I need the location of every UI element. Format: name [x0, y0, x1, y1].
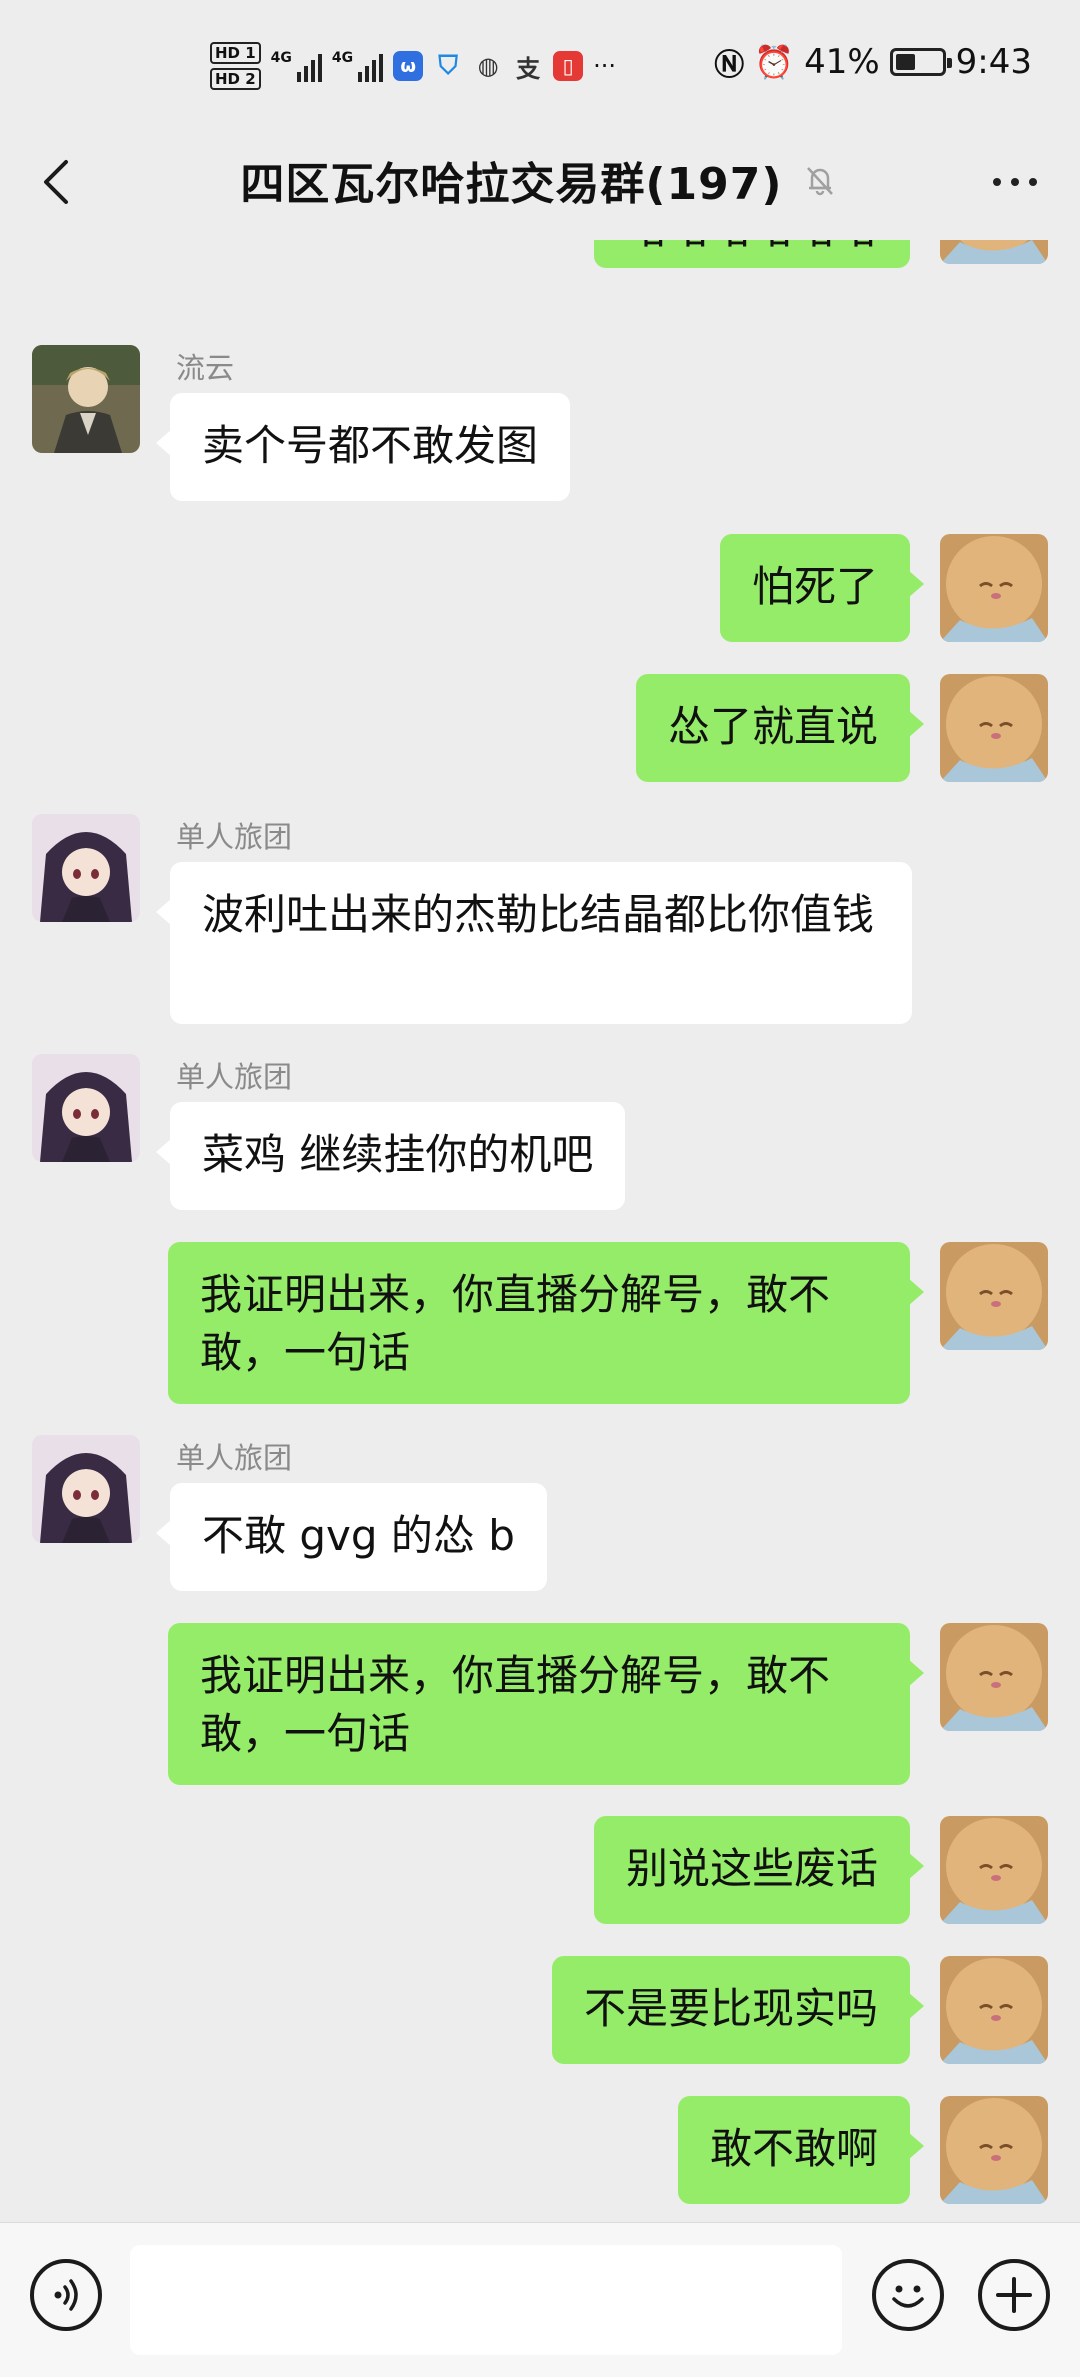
plus-icon: [996, 2277, 1032, 2313]
cat-avatar[interactable]: [940, 674, 1048, 782]
anime-man-avatar[interactable]: [32, 345, 140, 453]
voice-icon: [54, 2279, 78, 2311]
cat-avatar[interactable]: [940, 534, 1048, 642]
emoji-button[interactable]: [872, 2259, 944, 2331]
message-bubble[interactable]: 不敢 gvg 的怂 b: [156, 1483, 547, 1591]
plus-button[interactable]: [978, 2259, 1050, 2331]
more-notifications-icon: ···: [593, 52, 617, 80]
title-area: 四区瓦尔哈拉交易群(197): [0, 148, 1080, 212]
hd2-badge: HD 2: [210, 68, 261, 90]
shield-icon: ⛉: [438, 50, 458, 81]
cat-avatar[interactable]: [940, 240, 1048, 264]
alarm-icon: ⏰: [754, 43, 795, 81]
signal-label-2: 4G: [331, 50, 354, 66]
message-bubble[interactable]: 波利吐出来的杰勒比结晶都比你值钱: [156, 862, 912, 1024]
status-left-icons: HD 1 HD 2 4G 4G ω ⛉ ◍ 支 ▯ ···: [210, 36, 616, 96]
emoji-icon: [892, 2285, 924, 2308]
hd-badges: HD 1 HD 2: [210, 42, 261, 90]
cat-avatar[interactable]: [940, 1956, 1048, 2064]
message-bubble[interactable]: 卖个号都不敢发图: [155, 393, 571, 501]
hd1-badge: HD 1: [210, 42, 261, 64]
message-bubble[interactable]: 怕死了: [719, 534, 925, 642]
status-bar: HD 1 HD 2 4G 4G ω ⛉ ◍ 支 ▯ ··· Ⓝ ⏰ 41% 9:…: [0, 0, 1080, 130]
more-dot: [993, 178, 1001, 186]
sender-name: 单人旅团: [176, 1441, 293, 1475]
battery-percent: 41%: [804, 42, 880, 82]
chat-header: 四区瓦尔哈拉交易群(197): [0, 130, 1080, 240]
cat-avatar[interactable]: [940, 1623, 1048, 1731]
sender-name: 流云: [176, 351, 235, 385]
signal-icon: 4G: [271, 50, 322, 82]
more-button[interactable]: [980, 152, 1050, 212]
more-dot: [1011, 178, 1019, 186]
message-list[interactable]: 哈哈哈哈哈哈 流云 卖个号都不敢发图 怕死了 怂了就直说 单人旅团 波利吐出来的…: [0, 240, 1080, 2222]
book-app-icon: ▯: [553, 51, 584, 81]
status-right-icons: Ⓝ ⏰ 41% 9:43: [714, 40, 1032, 84]
clock: 9:43: [955, 42, 1032, 82]
signal-icon-2: 4G: [331, 50, 384, 82]
sender-name: 单人旅团: [176, 820, 293, 854]
wechat-icon: ◍: [477, 52, 499, 80]
anime-girl-avatar[interactable]: [32, 1435, 140, 1543]
message-bubble[interactable]: 怂了就直说: [635, 674, 925, 782]
sender-name: 单人旅团: [176, 1060, 293, 1094]
signal-label-1: 4G: [270, 50, 292, 66]
message-bubble[interactable]: 敢不敢啊: [677, 2096, 925, 2204]
cat-avatar[interactable]: [940, 2096, 1048, 2204]
anime-girl-avatar[interactable]: [32, 814, 140, 922]
message-bubble[interactable]: 不是要比现实吗: [551, 1956, 925, 2064]
input-bar: [0, 2222, 1080, 2377]
alipay-icon: 支: [516, 54, 541, 83]
message-bubble[interactable]: 哈哈哈哈哈哈: [593, 240, 910, 268]
nfc-icon: Ⓝ: [714, 48, 745, 83]
message-bubble[interactable]: 我证明出来，你直播分解号，敢不敢，一句话: [168, 1623, 924, 1785]
voice-button[interactable]: [30, 2259, 102, 2331]
battery-icon: [889, 48, 952, 76]
message-bubble[interactable]: 别说这些废话: [593, 1816, 925, 1924]
message-input[interactable]: [130, 2245, 842, 2355]
message-bubble[interactable]: 我证明出来，你直播分解号，敢不敢，一句话: [168, 1242, 924, 1404]
more-dot: [1029, 178, 1037, 186]
cat-avatar[interactable]: [940, 1816, 1048, 1924]
message-bubble[interactable]: 菜鸡 继续挂你的机吧: [155, 1102, 626, 1210]
chat-title: 四区瓦尔哈拉交易群(197): [240, 159, 783, 210]
cat-avatar[interactable]: [940, 1242, 1048, 1350]
anime-girl-avatar[interactable]: [32, 1054, 140, 1162]
bell-muted-icon: [806, 167, 833, 196]
app-notification-icon: ω: [393, 51, 424, 81]
